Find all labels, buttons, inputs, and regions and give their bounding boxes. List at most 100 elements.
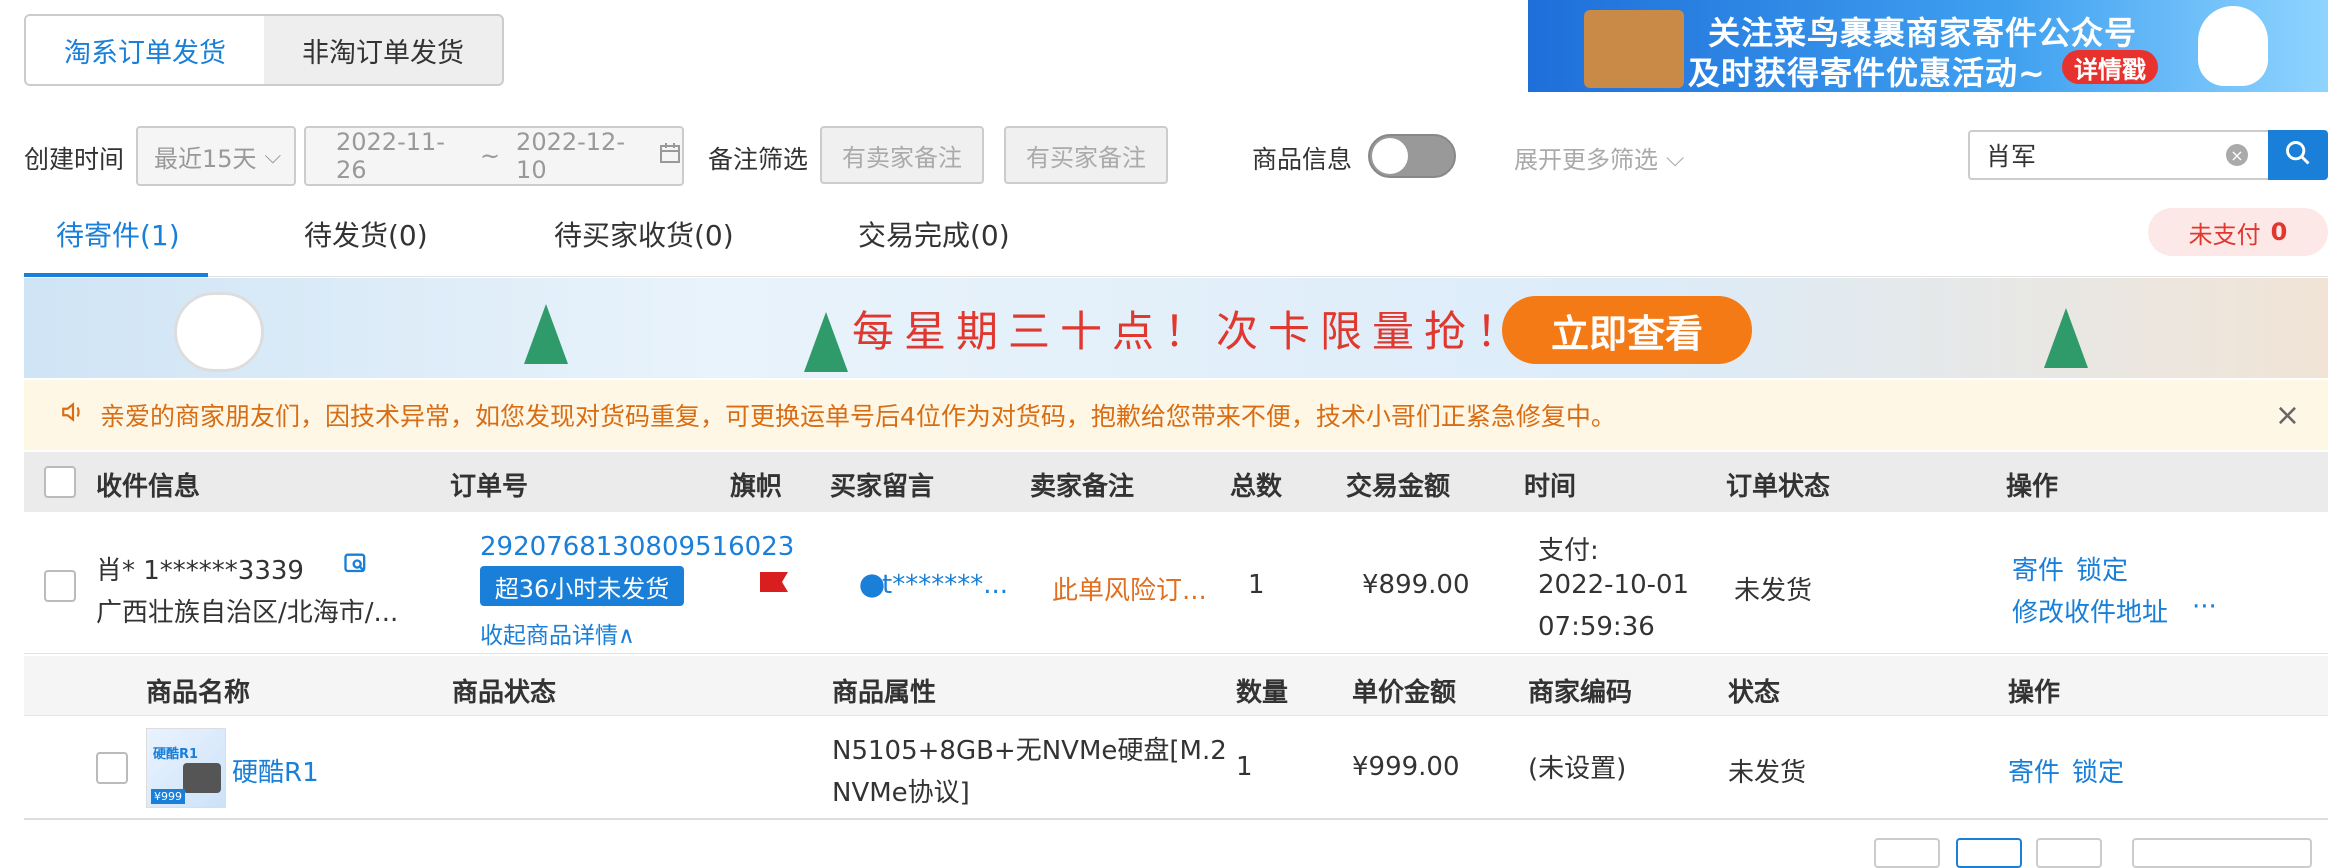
- unpaid-label: 未支付: [2188, 220, 2261, 249]
- chevron-down-icon: ⌵: [1666, 143, 1685, 172]
- item-table-header: [24, 656, 2328, 716]
- tab-divider: [24, 276, 2328, 277]
- calendar-icon: [658, 141, 682, 171]
- merchant-code: (未设置): [1528, 754, 1627, 784]
- search-value: 肖军: [1986, 142, 2037, 171]
- tree-illustration: [804, 312, 848, 372]
- active-tab-indicator: [24, 273, 208, 277]
- device-illustration: [183, 763, 221, 793]
- seller-remark-filter-button[interactable]: 有卖家备注: [820, 126, 984, 184]
- tab-pending-ship[interactable]: 待发货(0): [304, 214, 428, 254]
- col-order-status: 订单状态: [1726, 472, 1831, 502]
- speaker-icon: [60, 399, 86, 431]
- col-order-no: 订单号: [450, 472, 529, 502]
- promo-text: 每星期三十点！次卡限量抢！: [852, 307, 1529, 356]
- tab-taobao-orders[interactable]: 淘系订单发货: [26, 16, 264, 84]
- col-total: 总数: [1230, 472, 1283, 502]
- thumbnail-brand: 硬酷R1: [153, 747, 199, 762]
- promo-ad-banner[interactable]: 关注菜鸟裹裹商家寄件公众号 及时获得寄件优惠活动~ 详情戳: [1528, 0, 2328, 92]
- product-thumbnail[interactable]: 硬酷R1 ¥999: [146, 728, 226, 808]
- item-state: 未发货: [1728, 758, 1807, 788]
- order-total: 1: [1248, 570, 1265, 600]
- item-name-link[interactable]: 硬酷R1: [232, 752, 319, 789]
- page-size-select[interactable]: [2132, 838, 2312, 868]
- modify-address-link[interactable]: 修改收件地址: [2012, 592, 2168, 629]
- pay-clock: 07:59:36: [1538, 612, 1655, 642]
- date-start: 2022-11-26: [336, 128, 445, 184]
- next-page-button[interactable]: [2036, 838, 2102, 868]
- col-item-name: 商品名称: [146, 678, 251, 708]
- thumbnail-price: ¥999: [151, 789, 185, 804]
- promo-view-button[interactable]: 立即查看: [1502, 296, 1752, 364]
- lock-link[interactable]: 锁定: [2076, 550, 2128, 587]
- date-end: 2022-12-10: [516, 128, 625, 184]
- order-number-link[interactable]: 2920768130809516023: [480, 532, 794, 562]
- buyer-message-text[interactable]: t*******...: [882, 570, 1008, 600]
- promo-banner[interactable]: 每星期三十点！次卡限量抢！ 立即查看: [24, 278, 2328, 378]
- col-buyer-message: 买家留言: [830, 472, 935, 502]
- toggle-knob: [1372, 138, 1408, 174]
- flag-icon[interactable]: [758, 570, 790, 600]
- seller-remark-text[interactable]: 此单风险订...: [1052, 570, 1207, 607]
- overdue-badge: 超36小时未发货: [480, 566, 684, 606]
- col-receiver: 收件信息: [96, 472, 201, 502]
- date-range-select[interactable]: 最近15天 ⌵: [136, 126, 296, 186]
- tab-pending-receive[interactable]: 待买家收货(0): [554, 214, 734, 254]
- ad-cta-button[interactable]: 详情戳: [2062, 50, 2158, 84]
- col-item-actions: 操作: [2008, 678, 2061, 708]
- date-range-picker[interactable]: 2022-11-26 ~ 2022-12-10: [304, 126, 684, 186]
- robot-mascot-illustration: [174, 292, 264, 372]
- notice-text: 亲爱的商家朋友们，因技术异常，如您发现对货码重复，可更换运单号后4位作为对货码，…: [100, 402, 1616, 431]
- more-actions-icon[interactable]: ···: [2192, 592, 2217, 622]
- receiver-address: 广西壮族自治区/北海市/...: [96, 598, 399, 628]
- buyer-remark-filter-button[interactable]: 有买家备注: [1004, 126, 1168, 184]
- close-icon[interactable]: ×: [2275, 398, 2300, 433]
- prev-page-button[interactable]: [1874, 838, 1940, 868]
- table-header: [24, 452, 2328, 512]
- tab-pending-send[interactable]: 待寄件(1): [56, 214, 180, 254]
- order-amount: ¥899.00: [1362, 570, 1470, 600]
- order-status: 未发货: [1734, 576, 1813, 606]
- snowman-illustration: [2198, 6, 2268, 86]
- item-lock-link[interactable]: 锁定: [2072, 752, 2124, 789]
- col-item-status: 商品状态: [452, 678, 557, 708]
- search-input[interactable]: 肖军 ×: [1968, 130, 2270, 180]
- page-button-current[interactable]: [1956, 838, 2022, 868]
- tab-non-taobao-orders[interactable]: 非淘订单发货: [264, 16, 502, 84]
- unpaid-badge[interactable]: 未支付 0: [2148, 208, 2328, 256]
- item-attr-line1: N5105+8GB+无NVMe硬盘[M.2: [832, 736, 1227, 766]
- date-separator: ~: [479, 142, 501, 170]
- chevron-down-icon: ⌵: [264, 143, 282, 169]
- product-info-toggle[interactable]: [1368, 134, 1456, 178]
- clear-icon[interactable]: ×: [2226, 144, 2248, 166]
- tree-illustration: [2044, 308, 2088, 368]
- item-attr-line2: NVMe协议]: [832, 778, 970, 808]
- search-icon: [2284, 139, 2312, 171]
- item-checkbox[interactable]: [96, 752, 128, 784]
- col-item-state: 状态: [1728, 678, 1781, 708]
- order-source-toggle: 淘系订单发货 非淘订单发货: [24, 14, 504, 86]
- parcel-illustration: [1584, 10, 1684, 88]
- col-seller-remark: 卖家备注: [1030, 472, 1135, 502]
- search-button[interactable]: [2268, 130, 2328, 180]
- more-filters-link[interactable]: 展开更多筛选 ⌵: [1514, 140, 1684, 175]
- date-range-value: 最近15天: [154, 144, 257, 173]
- copy-icon[interactable]: [342, 550, 370, 582]
- unpaid-count: 0: [2270, 218, 2288, 246]
- col-item-price: 单价金额: [1352, 678, 1457, 708]
- col-time: 时间: [1524, 472, 1577, 502]
- more-filters-label: 展开更多筛选: [1514, 146, 1658, 174]
- collapse-details-link[interactable]: 收起商品详情∧: [480, 616, 635, 650]
- send-link[interactable]: 寄件: [2012, 550, 2064, 587]
- col-actions: 操作: [2006, 472, 2059, 502]
- order-checkbox[interactable]: [44, 570, 76, 602]
- col-flag: 旗帜: [730, 472, 783, 502]
- notice-bar: 亲爱的商家朋友们，因技术异常，如您发现对货码重复，可更换运单号后4位作为对货码，…: [24, 380, 2328, 450]
- item-send-link[interactable]: 寄件: [2008, 752, 2060, 789]
- select-all-checkbox[interactable]: [44, 466, 76, 498]
- col-merchant-code: 商家编码: [1528, 678, 1633, 708]
- receiver-name-phone: 肖* 1******3339: [96, 556, 304, 586]
- col-item-attr: 商品属性: [832, 678, 937, 708]
- create-time-label: 创建时间: [24, 145, 125, 174]
- tab-completed[interactable]: 交易完成(0): [858, 214, 1010, 254]
